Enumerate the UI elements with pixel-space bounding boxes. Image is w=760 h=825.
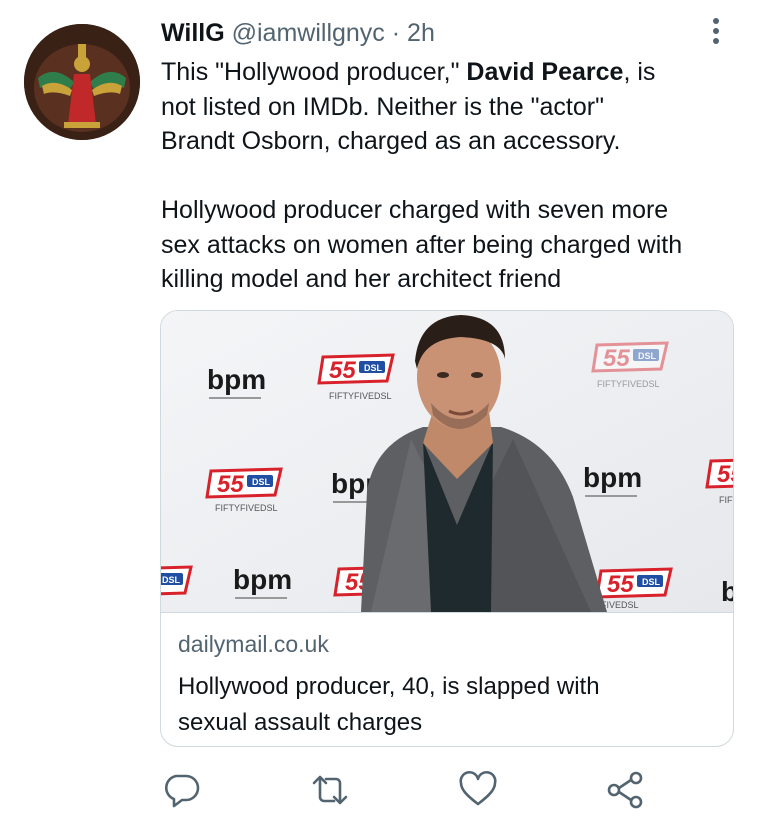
tweet-timestamp[interactable]: 2h <box>407 19 435 47</box>
card-image[interactable]: 55 DSL bpm FIFTYFIVEDSL FIFTYFIVEDSL FIF… <box>161 311 734 612</box>
avatar-image <box>24 24 140 140</box>
svg-text:FIFT: FIFT <box>719 495 734 505</box>
separator-dot: · <box>391 19 401 47</box>
tweet-header: WillG @iamwillgnyc · 2h <box>161 18 435 48</box>
tweet-text-line: sex attacks on women after being charged… <box>161 230 683 259</box>
tweet-text-line: This "Hollywood producer," David Pearce,… <box>161 55 741 90</box>
card-title: Hollywood producer, 40, is slapped with … <box>178 669 718 741</box>
card-title-line: sexual assault charges <box>178 709 423 736</box>
retweet-icon[interactable] <box>310 770 350 810</box>
reply-icon[interactable] <box>162 770 202 810</box>
svg-text:FIFTYFIVEDSL: FIFTYFIVEDSL <box>329 391 392 401</box>
author-handle[interactable]: @iamwillgnyc <box>232 19 385 47</box>
tweet-text-line: Brandt Osborn, charged as an accessory. <box>161 127 621 155</box>
mention-name: David Pearce <box>466 58 624 86</box>
svg-text:FIVEDSL: FIVEDSL <box>601 600 639 610</box>
tweet-text-segment: This "Hollywood producer," <box>161 58 467 86</box>
tweet-text-line: not listed on IMDb. Neither is the "acto… <box>161 92 604 121</box>
author-name[interactable]: WillG <box>161 19 225 47</box>
avatar[interactable] <box>24 24 140 140</box>
card-title-line: Hollywood producer, 40, is slapped with <box>178 673 600 700</box>
heart-icon[interactable] <box>458 770 498 810</box>
link-preview-card[interactable]: 55 DSL bpm FIFTYFIVEDSL FIFTYFIVEDSL FIF… <box>160 310 734 747</box>
tweet-text-line: killing model and her architect friend <box>161 265 562 293</box>
tweet-text-segment: , is <box>623 58 656 86</box>
card-body[interactable]: dailymail.co.uk Hollywood producer, 40, … <box>161 612 733 746</box>
card-domain: dailymail.co.uk <box>178 631 329 657</box>
more-options-icon[interactable] <box>706 16 726 46</box>
svg-text:b: b <box>721 576 734 607</box>
svg-text:FIFTYFIVEDSL: FIFTYFIVEDSL <box>597 379 660 389</box>
share-icon[interactable] <box>606 770 646 810</box>
tweet-text: This "Hollywood producer," David Pearce,… <box>161 55 741 297</box>
svg-text:FIFTYFIVEDSL: FIFTYFIVEDSL <box>215 503 278 513</box>
tweet-text-line: Hollywood producer charged with seven mo… <box>161 196 669 224</box>
